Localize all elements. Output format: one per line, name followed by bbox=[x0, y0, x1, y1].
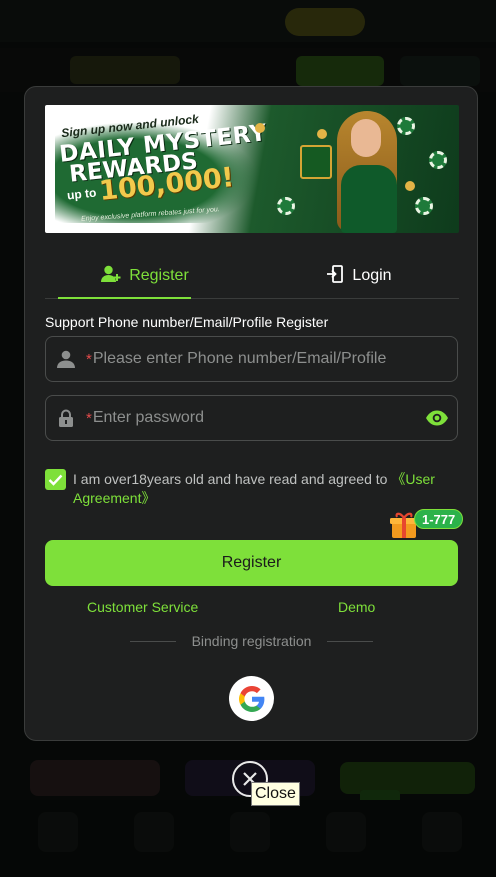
auth-tabs: Register Login bbox=[45, 253, 459, 299]
demo-link[interactable]: Demo bbox=[338, 599, 375, 615]
active-tab-indicator bbox=[58, 297, 191, 299]
register-modal: Sign up now and unlock DAILY MYSTERY REW… bbox=[24, 86, 478, 741]
banner-coin bbox=[255, 123, 265, 133]
google-icon bbox=[238, 685, 264, 712]
banner-model-face bbox=[351, 119, 381, 157]
agreement-label: I am over18years old and have read and a… bbox=[73, 471, 392, 487]
agreement-checkbox[interactable] bbox=[45, 469, 66, 490]
divider-line bbox=[327, 641, 373, 642]
banner-chip bbox=[277, 197, 295, 215]
close-tooltip: Close bbox=[251, 782, 300, 806]
tab-register-label: Register bbox=[129, 267, 189, 284]
banner-chip bbox=[397, 117, 415, 135]
username-field[interactable]: * bbox=[45, 336, 458, 382]
tab-register[interactable]: Register bbox=[79, 253, 211, 299]
banner-coin bbox=[405, 181, 415, 191]
eye-icon[interactable] bbox=[417, 410, 457, 426]
required-mark: * bbox=[86, 409, 92, 427]
gift-badge-label: 1-777 bbox=[414, 509, 464, 529]
helper-links: Customer Service Demo bbox=[45, 599, 458, 617]
banner-model-dress bbox=[341, 165, 397, 233]
binding-divider: Binding registration bbox=[130, 633, 373, 649]
username-input[interactable] bbox=[92, 337, 457, 381]
required-mark: * bbox=[86, 350, 92, 368]
tab-login-label: Login bbox=[352, 267, 392, 284]
google-login-button[interactable] bbox=[229, 676, 274, 721]
banner-coin bbox=[317, 129, 327, 139]
register-button[interactable]: Register bbox=[45, 540, 458, 586]
customer-service-link[interactable]: Customer Service bbox=[87, 599, 198, 615]
banner-chip bbox=[429, 151, 447, 169]
promo-banner: Sign up now and unlock DAILY MYSTERY REW… bbox=[45, 105, 459, 233]
gift-badge[interactable]: 1-777 bbox=[388, 507, 468, 541]
add-user-icon bbox=[101, 265, 121, 288]
tab-login[interactable]: Login bbox=[293, 253, 425, 299]
password-input[interactable] bbox=[92, 396, 417, 440]
check-icon bbox=[48, 474, 63, 486]
register-hint: Support Phone number/Email/Profile Regis… bbox=[45, 314, 329, 330]
banner-chip bbox=[415, 197, 433, 215]
password-field[interactable]: * bbox=[45, 395, 458, 441]
login-icon bbox=[326, 264, 344, 288]
user-icon bbox=[46, 350, 86, 368]
agreement-text: I am over18years old and have read and a… bbox=[73, 470, 463, 508]
lock-icon bbox=[46, 409, 86, 427]
banner-gift-box bbox=[300, 145, 332, 179]
